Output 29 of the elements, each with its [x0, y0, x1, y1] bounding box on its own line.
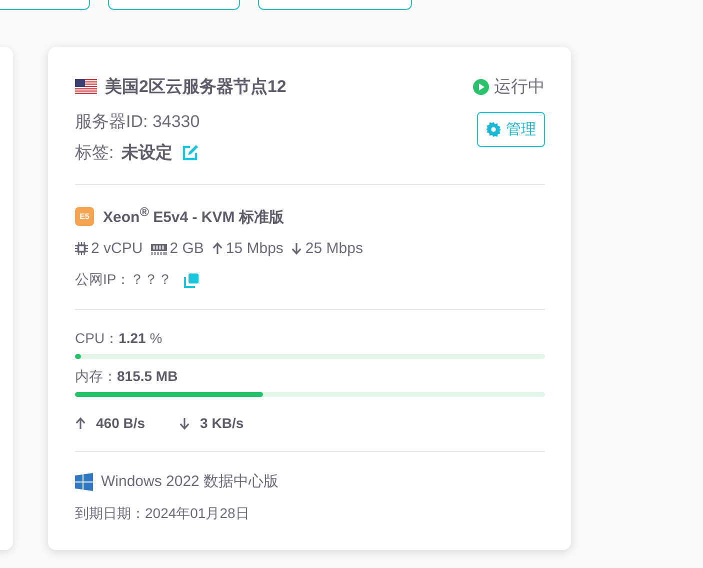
memory-icon: [150, 242, 167, 254]
manage-button[interactable]: 管理: [477, 112, 545, 147]
up-arrow-icon: [212, 242, 223, 255]
spec-text: 2 vCPU: [91, 240, 143, 257]
expiry-date: 到期日期：2024年01月28日: [75, 505, 250, 523]
server-id: 服务器ID: 34330: [75, 111, 200, 133]
up-arrow-icon: [75, 416, 86, 430]
edit-icon[interactable]: [180, 144, 199, 162]
traffic-rate: 460 B/s: [96, 415, 146, 431]
os-name: Windows 2022 数据中心版: [101, 472, 279, 491]
spec-text: 25 Mbps: [305, 240, 363, 257]
usage-text: 内存：815.5 MB: [75, 368, 179, 386]
traffic-rate: 3 KB/s: [200, 415, 244, 431]
spec-text: 2 GB: [170, 240, 204, 257]
public-ip: 公网IP：？？？: [75, 271, 172, 289]
status-text: 运行中: [494, 76, 545, 98]
cpu-model: Xeon$^{®}$ E5v4 - KVM 标准版: [103, 205, 284, 227]
cpu-badge: E5: [75, 206, 94, 226]
server-title: 美国2区云服务器节点12: [105, 76, 286, 98]
spec-text: 15 Mbps: [226, 240, 284, 257]
down-arrow-icon: [291, 242, 302, 255]
gear-icon: [486, 122, 501, 137]
down-arrow-icon: [179, 416, 190, 430]
chip-icon: [75, 242, 88, 255]
copy-icon[interactable]: [184, 272, 200, 288]
tag-value: 未设定: [122, 142, 173, 164]
usage-text: CPU：1.21 %: [75, 330, 164, 348]
windows-icon: [75, 472, 93, 490]
tag-label: 标签:: [75, 142, 114, 164]
